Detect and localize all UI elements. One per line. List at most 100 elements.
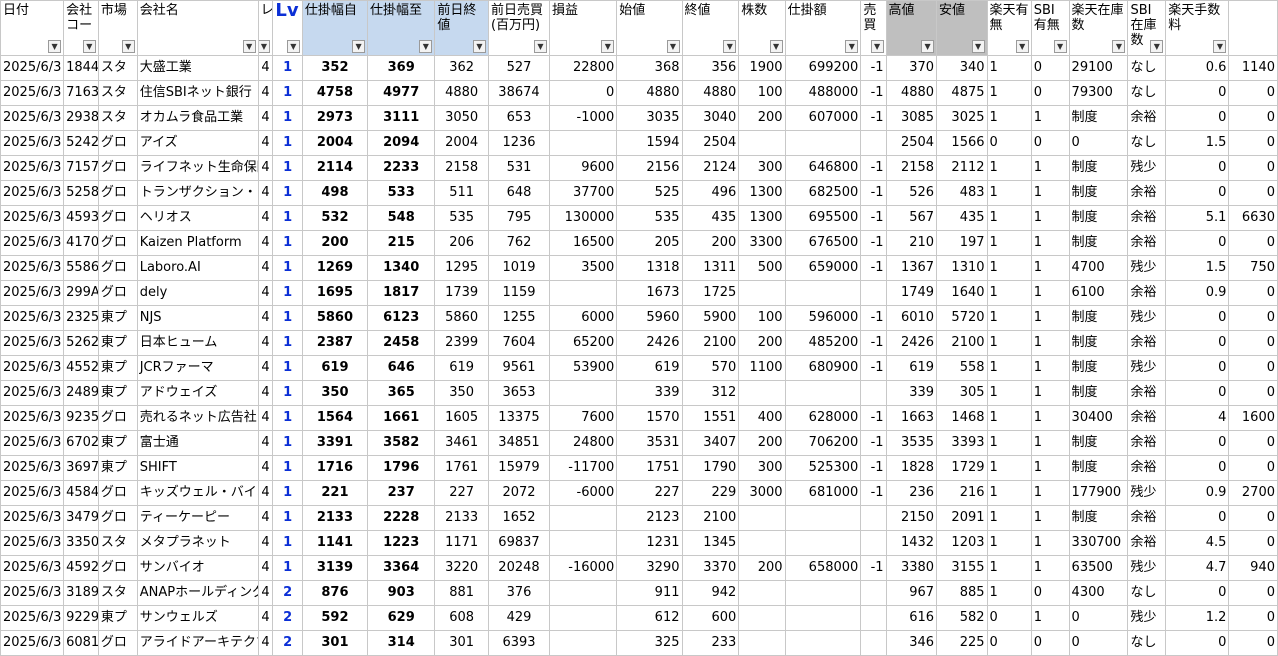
cell-col-19[interactable]: 1 [1030,280,1070,306]
dropdown-arrow-icon[interactable]: ▼ [666,40,680,53]
cell-col-9[interactable]: 69837 [487,530,550,556]
cell-col-10[interactable] [548,130,618,156]
cell-col-23[interactable]: 0 [1228,355,1278,381]
cell-col-4[interactable]: 4 [257,530,274,556]
cell-col-0[interactable]: 2025/6/3 [0,380,65,406]
cell-col-6[interactable]: 2114 [301,155,369,181]
cell-col-5[interactable]: 1 [272,155,303,181]
cell-col-3[interactable]: アイズ [136,130,259,156]
cell-col-15[interactable] [860,505,887,531]
column-header-5[interactable]: Lv ▼ [272,0,303,56]
cell-col-21[interactable]: 残少 [1127,255,1167,281]
cell-col-15[interactable]: -1 [860,105,887,131]
cell-col-22[interactable]: 0 [1165,455,1230,481]
cell-col-10[interactable]: 130000 [548,205,618,231]
cell-col-6[interactable]: 1141 [301,530,369,556]
cell-col-19[interactable]: 0 [1030,80,1070,106]
table-row[interactable]: 2025/6/3 4584 グロ キッズウェル・バイオ 4 1 221 237 227 2072-… [0,480,1278,506]
column-header-12[interactable]: 終値 ▼ [681,0,740,56]
cell-col-1[interactable]: 7157 [63,155,99,181]
column-header-21[interactable]: SBI在庫数 ▼ [1127,0,1167,56]
cell-col-1[interactable]: 299A [63,280,99,306]
cell-col-13[interactable]: 300 [738,155,786,181]
cell-col-12[interactable]: 1790 [681,455,740,481]
cell-col-21[interactable]: 余裕 [1127,105,1167,131]
cell-col-7[interactable]: 646 [367,355,436,381]
cell-col-21[interactable]: なし [1127,55,1167,81]
cell-col-7[interactable]: 1223 [367,530,436,556]
cell-col-2[interactable]: 東プ [97,330,138,356]
cell-col-1[interactable]: 9229 [63,605,99,631]
cell-col-22[interactable]: 5.1 [1165,205,1230,231]
cell-col-9[interactable]: 15979 [487,455,550,481]
cell-col-4[interactable]: 4 [257,430,274,456]
cell-col-9[interactable]: 531 [487,155,550,181]
cell-col-14[interactable]: 681000 [784,480,862,506]
cell-col-20[interactable]: 0 [1068,130,1129,156]
cell-col-7[interactable]: 1661 [367,405,436,431]
cell-col-3[interactable]: JCRファーマ [136,355,259,381]
cell-col-14[interactable] [784,530,862,556]
cell-col-7[interactable]: 903 [367,580,436,606]
cell-col-18[interactable]: 1 [986,80,1032,106]
cell-col-19[interactable]: 0 [1030,55,1070,81]
cell-col-14[interactable] [784,380,862,406]
cell-col-9[interactable]: 1236 [487,130,550,156]
table-row[interactable]: 2025/6/3 2489 東プ アドウェイズ 4 1 350 365 350 3653 339 31… [0,380,1278,406]
column-header-2[interactable]: 市場 ▼ [97,0,138,56]
cell-col-14[interactable]: 682500 [784,180,862,206]
cell-col-6[interactable]: 3391 [301,430,369,456]
cell-col-22[interactable]: 0 [1165,80,1230,106]
cell-col-5[interactable]: 1 [272,130,303,156]
column-header-13[interactable]: 株数 ▼ [738,0,786,56]
cell-col-7[interactable]: 6123 [367,305,436,331]
cell-col-10[interactable] [548,380,618,406]
cell-col-17[interactable]: 558 [936,355,988,381]
cell-col-20[interactable]: 4300 [1068,580,1129,606]
cell-col-16[interactable]: 370 [885,55,938,81]
dropdown-arrow-icon[interactable]: ▼ [48,40,62,53]
cell-col-10[interactable]: 65200 [548,330,618,356]
cell-col-18[interactable]: 1 [986,555,1032,581]
table-row[interactable]: 2025/6/35258グロトランザクション・メディア4149853351164… [0,180,1278,206]
cell-col-17[interactable]: 1566 [936,130,988,156]
cell-col-20[interactable]: 4700 [1068,255,1129,281]
cell-col-2[interactable]: グロ [97,405,138,431]
cell-col-18[interactable]: 1 [986,230,1032,256]
cell-col-8[interactable]: 4880 [434,80,489,106]
cell-col-12[interactable]: 2100 [681,505,740,531]
cell-col-6[interactable]: 1269 [301,255,369,281]
cell-col-13[interactable]: 500 [738,255,786,281]
cell-col-15[interactable]: -1 [860,155,887,181]
cell-col-23[interactable]: 0 [1228,580,1278,606]
cell-col-11[interactable]: 1231 [616,530,683,556]
cell-col-9[interactable]: 762 [487,230,550,256]
cell-col-0[interactable]: 2025/6/3 [0,180,65,206]
cell-col-9[interactable]: 38674 [487,80,550,106]
cell-col-17[interactable]: 1729 [936,455,988,481]
cell-col-17[interactable]: 216 [936,480,988,506]
cell-col-22[interactable]: 1.2 [1165,605,1230,631]
cell-col-20[interactable]: 30400 [1068,405,1129,431]
cell-col-2[interactable]: 東プ [97,380,138,406]
cell-col-12[interactable]: 200 [681,230,740,256]
cell-col-14[interactable]: 676500 [784,230,862,256]
cell-col-20[interactable]: 79300 [1068,80,1129,106]
cell-col-16[interactable]: 4880 [885,80,938,106]
table-row[interactable]: 2025/6/3 4592 グロ サンバイオ 4 1 3139 3364 3220 20248 -1… [0,555,1278,581]
cell-col-21[interactable]: 残少 [1127,305,1167,331]
cell-col-3[interactable]: 日本ヒューム [136,330,259,356]
cell-col-15[interactable]: -1 [860,430,887,456]
cell-col-17[interactable]: 1310 [936,255,988,281]
cell-col-22[interactable]: 4 [1165,405,1230,431]
cell-col-23[interactable]: 0 [1228,380,1278,406]
cell-col-8[interactable]: 2004 [434,130,489,156]
cell-col-10[interactable] [548,580,618,606]
cell-col-3[interactable]: 住信SBIネット銀行 [136,80,259,106]
cell-col-3[interactable]: サンウェルズ [136,605,259,631]
cell-col-8[interactable]: 511 [434,180,489,206]
cell-col-19[interactable]: 0 [1030,130,1070,156]
cell-col-12[interactable]: 2124 [681,155,740,181]
cell-col-21[interactable]: なし [1127,630,1167,656]
cell-col-18[interactable]: 1 [986,330,1032,356]
